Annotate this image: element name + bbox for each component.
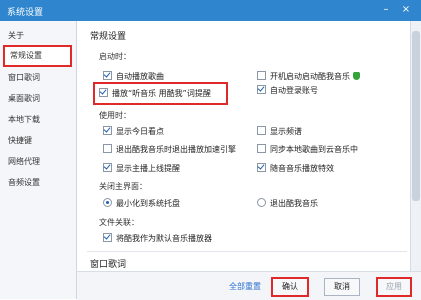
show-today-checkbox[interactable]: [103, 126, 112, 135]
sidebar-item-about[interactable]: 关于: [8, 27, 72, 45]
listen-reminder-option[interactable]: 播放“听音乐 用酷我”词提醒: [99, 88, 211, 99]
using-label: 使用时：: [99, 111, 131, 120]
auto-login-checkbox[interactable]: [257, 85, 266, 94]
settings-content: 常规设置 启动时： 自动播放歌曲 开机启动启动酷我音乐 播放“听音乐 用酷我”词…: [77, 21, 421, 299]
cancel-button[interactable]: 取消: [324, 278, 360, 296]
sidebar-item-audio[interactable]: 音频设置: [8, 174, 72, 192]
play-effect-option[interactable]: 随音音乐播放特效: [257, 163, 334, 174]
show-spectrum-label: 显示频谱: [270, 127, 302, 136]
boot-start-label: 开机启动启动酷我音乐: [270, 72, 350, 81]
minimize-button[interactable]: –: [378, 2, 394, 18]
startup-label: 启动时：: [99, 52, 131, 61]
sidebar-item-desktop-lyrics[interactable]: 桌面歌词: [8, 90, 72, 108]
auto-play-checkbox[interactable]: [103, 71, 112, 80]
minimize-tray-label: 最小化到系统托盘: [116, 199, 180, 208]
restore-all-link[interactable]: 全部重置: [229, 281, 261, 292]
section-title-window-lyrics: 窗口歌词: [90, 260, 127, 270]
boot-start-option[interactable]: 开机启动启动酷我音乐: [257, 71, 360, 82]
file-assoc-label: 文件关联：: [99, 218, 139, 227]
auto-play-option[interactable]: 自动播放歌曲: [103, 71, 164, 82]
apply-button[interactable]: 应用: [376, 277, 412, 297]
ok-button[interactable]: 确认: [271, 277, 309, 297]
exit-app-label: 退出酷我音乐: [270, 199, 318, 208]
window-title: 系统设置: [7, 8, 44, 18]
scrollbar-thumb[interactable]: [412, 31, 420, 201]
exit-app-radio[interactable]: [257, 198, 266, 207]
exit-engine-checkbox[interactable]: [103, 144, 112, 153]
settings-sidebar: 关于 常规设置 窗口歌词 桌面歌词 本地下载 快捷键 网络代理 音频设置: [0, 21, 77, 299]
auto-login-option[interactable]: 自动登录账号: [257, 85, 318, 96]
dialog-footer: 全部重置 确认 取消 应用: [77, 271, 421, 300]
exit-engine-label: 退出酷我音乐时退出播放加速引擎: [116, 145, 236, 154]
sidebar-item-proxy[interactable]: 网络代理: [8, 153, 72, 171]
minimize-tray-option[interactable]: 最小化到系统托盘: [103, 198, 180, 209]
sidebar-item-general[interactable]: 常规设置: [3, 45, 72, 67]
play-effect-label: 随音音乐播放特效: [270, 164, 334, 173]
listen-reminder-label: 播放“听音乐 用酷我”词提醒: [112, 89, 211, 98]
section-title-general: 常规设置: [90, 32, 127, 42]
content-scrollbar[interactable]: [410, 21, 421, 271]
default-player-option[interactable]: 将酷我作为默认音乐播放器: [103, 233, 212, 244]
exit-app-option[interactable]: 退出酷我音乐: [257, 198, 318, 209]
show-spectrum-option[interactable]: 显示频谱: [257, 126, 302, 137]
sync-cloud-label: 同步本地歌曲到云音乐中: [270, 145, 358, 154]
anchor-reminder-option[interactable]: 显示主播上线提醒: [103, 163, 180, 174]
sidebar-item-local-download[interactable]: 本地下载: [8, 111, 72, 129]
sidebar-item-hotkeys[interactable]: 快捷键: [8, 132, 72, 150]
show-today-option[interactable]: 显示今日看点: [103, 126, 164, 137]
shield-icon: [353, 72, 360, 80]
show-spectrum-checkbox[interactable]: [257, 126, 266, 135]
exit-engine-option[interactable]: 退出酷我音乐时退出播放加速引擎: [103, 144, 236, 155]
default-player-label: 将酷我作为默认音乐播放器: [116, 234, 212, 243]
sync-cloud-checkbox[interactable]: [257, 144, 266, 153]
show-today-label: 显示今日看点: [116, 127, 164, 136]
sidebar-item-window-lyrics[interactable]: 窗口歌词: [8, 69, 72, 87]
close-main-label: 关闭主界面：: [99, 182, 147, 191]
default-player-checkbox[interactable]: [103, 233, 112, 242]
anchor-reminder-checkbox[interactable]: [103, 163, 112, 172]
minimize-tray-radio[interactable]: [103, 198, 112, 207]
boot-start-checkbox[interactable]: [257, 71, 266, 80]
auto-play-label: 自动播放歌曲: [116, 72, 164, 81]
title-bar: 系统设置 – ×: [0, 0, 421, 21]
play-effect-checkbox[interactable]: [257, 163, 266, 172]
listen-reminder-checkbox[interactable]: [99, 88, 108, 97]
section-divider: [87, 251, 407, 252]
auto-login-label: 自动登录账号: [270, 86, 318, 95]
sync-cloud-option[interactable]: 同步本地歌曲到云音乐中: [257, 144, 358, 155]
close-button[interactable]: ×: [398, 2, 414, 18]
anchor-reminder-label: 显示主播上线提醒: [116, 164, 180, 173]
